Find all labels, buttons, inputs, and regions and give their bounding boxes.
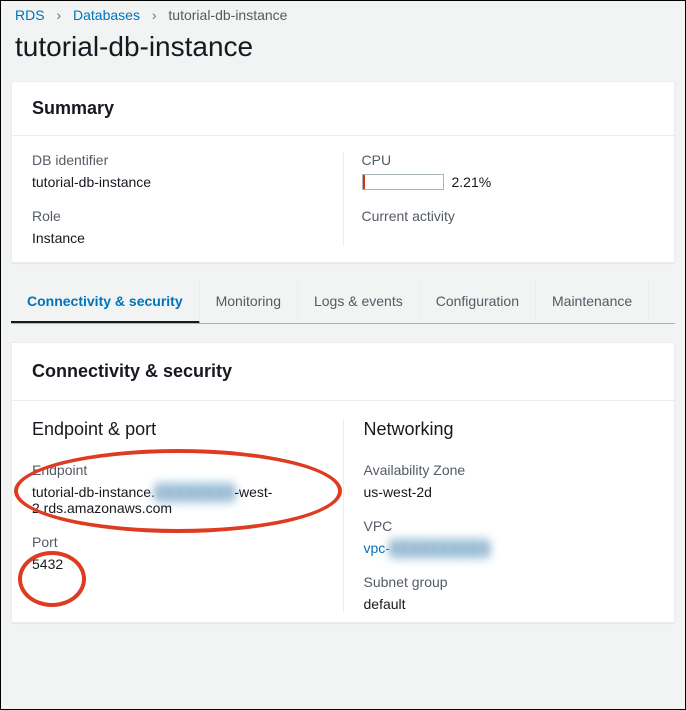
subnet-group-value: default — [364, 596, 655, 612]
db-identifier-value: tutorial-db-instance — [32, 174, 325, 190]
summary-heading: Summary — [12, 82, 674, 136]
az-value: us-west-2d — [364, 484, 655, 500]
cpu-usage-bar — [362, 174, 444, 190]
chevron-right-icon: › — [56, 7, 61, 23]
az-label: Availability Zone — [364, 462, 655, 478]
port-label: Port — [32, 534, 323, 550]
networking-heading: Networking — [364, 419, 655, 440]
role-label: Role — [32, 208, 325, 224]
breadcrumb-databases[interactable]: Databases — [73, 7, 140, 23]
tab-logs[interactable]: Logs & events — [298, 281, 420, 323]
current-activity-label: Current activity — [362, 208, 655, 224]
cpu-value: 2.21% — [452, 174, 492, 190]
connectivity-heading: Connectivity & security — [12, 343, 674, 401]
port-value: 5432 — [32, 556, 323, 572]
tab-configuration[interactable]: Configuration — [420, 281, 536, 323]
tabs: Connectivity & security Monitoring Logs … — [11, 281, 675, 324]
redacted-text: ██████████ — [390, 540, 489, 556]
endpoint-label: Endpoint — [32, 462, 323, 478]
page-root: RDS › Databases › tutorial-db-instance t… — [0, 0, 686, 710]
breadcrumb-rds[interactable]: RDS — [15, 7, 45, 23]
cpu-label: CPU — [362, 152, 655, 168]
breadcrumb: RDS › Databases › tutorial-db-instance — [1, 1, 685, 25]
summary-panel: Summary DB identifier tutorial-db-instan… — [11, 81, 675, 263]
endpoint-port-heading: Endpoint & port — [32, 419, 323, 440]
chevron-right-icon: › — [152, 7, 157, 23]
vpc-label: VPC — [364, 518, 655, 534]
role-value: Instance — [32, 230, 325, 246]
subnet-group-label: Subnet group — [364, 574, 655, 590]
tab-maintenance[interactable]: Maintenance — [536, 281, 649, 323]
redacted-text: ████████ — [155, 484, 234, 500]
connectivity-panel: Connectivity & security Endpoint & port … — [11, 342, 675, 623]
vpc-value: vpc-██████████ — [364, 540, 655, 556]
cpu-value-row: 2.21% — [362, 174, 655, 190]
breadcrumb-current: tutorial-db-instance — [168, 7, 287, 23]
tab-connectivity[interactable]: Connectivity & security — [11, 281, 200, 324]
endpoint-value: tutorial-db-instance.████████-west-2.rds… — [32, 484, 323, 516]
db-identifier-label: DB identifier — [32, 152, 325, 168]
tab-monitoring[interactable]: Monitoring — [200, 281, 298, 323]
vpc-link[interactable]: vpc- — [364, 540, 390, 556]
page-title: tutorial-db-instance — [15, 31, 671, 63]
